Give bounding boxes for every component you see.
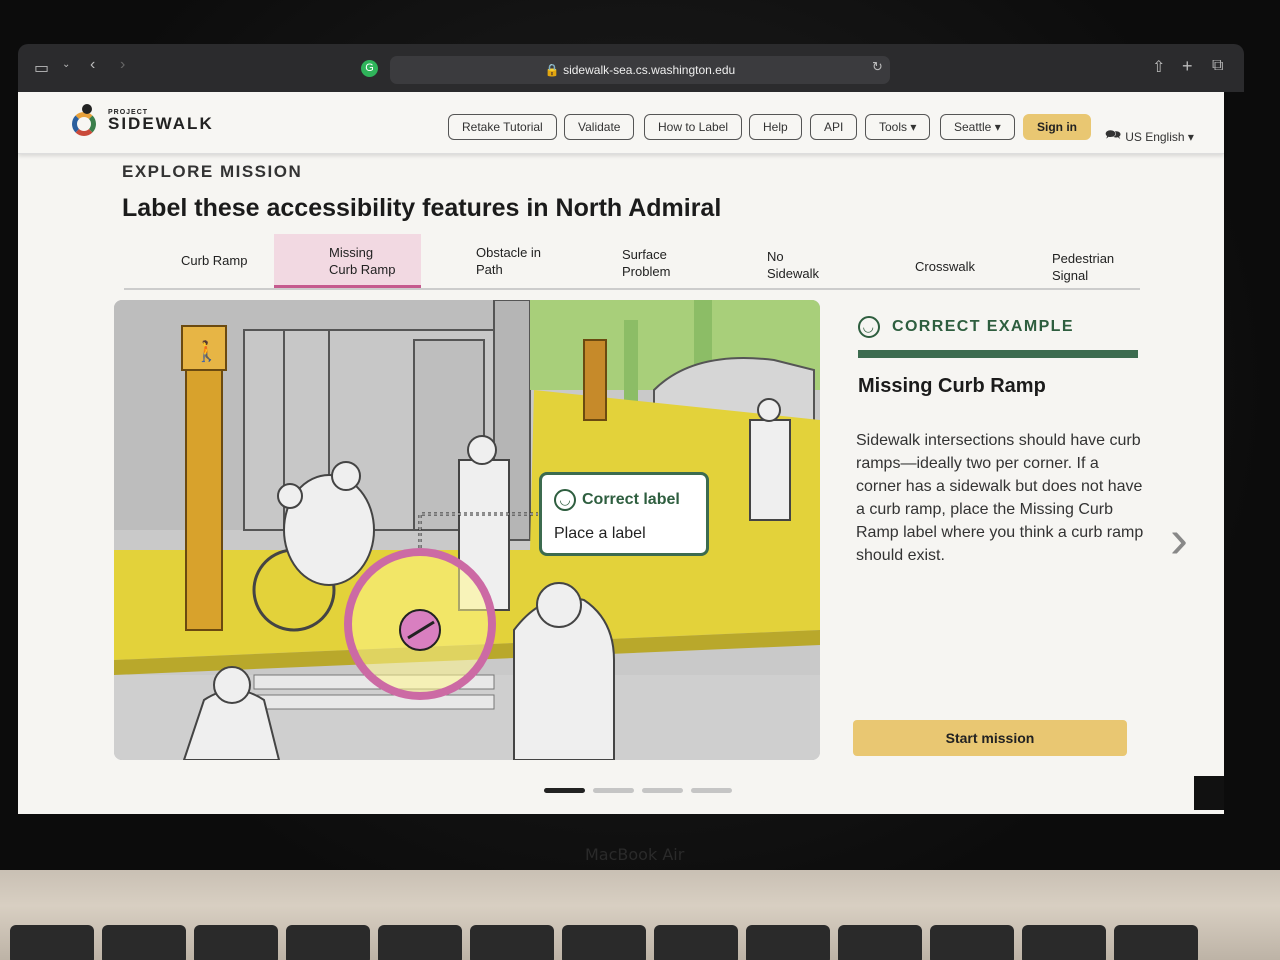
feature-description: Sidewalk intersections should have curb … [856, 432, 1144, 564]
corner-chat-widget[interactable] [1194, 776, 1224, 810]
key-f7 [654, 925, 738, 960]
key-f9 [838, 925, 922, 960]
key-escape [10, 925, 94, 960]
callout-title-text: Correct label [582, 491, 680, 508]
correct-label-callout: ◡ Correct label Place a label [539, 472, 709, 556]
key-f3 [286, 925, 370, 960]
start-mission-button[interactable]: Start mission [853, 720, 1127, 756]
slide-dot-2[interactable] [593, 788, 634, 793]
function-key-row [0, 925, 1280, 960]
key-f10 [930, 925, 1014, 960]
browser-toolbar: ▭ ⌄ ‹ › G 🔒 sidewalk-sea.cs.washington.e… [18, 44, 1244, 92]
api-button[interactable]: API [810, 114, 858, 140]
page: PROJECT SIDEWALK Retake Tutorial Validat… [18, 92, 1224, 814]
new-tab-icon[interactable]: + [1182, 56, 1193, 77]
city-dropdown[interactable]: Seattle ▾ [940, 114, 1015, 140]
back-icon[interactable]: ‹ [90, 56, 95, 74]
key-f12 [1114, 925, 1198, 960]
url-text: sidewalk-sea.cs.washington.edu [563, 63, 736, 77]
key-f8 [746, 925, 830, 960]
tab-overview-icon[interactable]: ⧉ [1212, 57, 1223, 75]
correct-example-heading: ◡ CORRECT EXAMPLE [858, 316, 1074, 338]
callout-subtitle: Place a label [554, 525, 646, 542]
share-icon[interactable]: ⇧ [1152, 57, 1165, 77]
svg-text:🚶: 🚶 [194, 339, 219, 363]
translate-icon: 🗪 [1105, 127, 1122, 142]
correct-example-bar [858, 350, 1138, 358]
tab-label-line1: Pedestrian [1052, 251, 1115, 266]
sign-in-button[interactable]: Sign in [1023, 114, 1091, 140]
validate-button[interactable]: Validate [564, 114, 635, 140]
tab-label-line2: Path [476, 262, 503, 277]
key-f1 [102, 925, 186, 960]
tab-label-line1: Obstacle in [476, 245, 542, 260]
how-to-label-button[interactable]: How to Label [644, 114, 743, 140]
feature-name: Missing Curb Ramp [858, 375, 1046, 397]
device-label: MacBook Air [585, 845, 685, 864]
tab-label-line1: No [767, 249, 784, 264]
language-selector[interactable]: 🗪 US English ▾ [1105, 126, 1194, 148]
key-f6 [562, 925, 646, 960]
language-label: US English ▾ [1125, 130, 1194, 144]
slide-dot-4[interactable] [691, 788, 732, 793]
callout-title: ◡ Correct label [554, 489, 680, 511]
next-slide-arrow-icon[interactable]: › [1170, 508, 1188, 570]
logo-big-text: SIDEWALK [108, 114, 214, 133]
tab-crosswalk[interactable]: Crosswalk [915, 234, 1035, 288]
smiley-icon: ◡ [858, 316, 880, 338]
correct-example-text: CORRECT EXAMPLE [892, 318, 1074, 335]
label-type-tabs: Curb Ramp Missing Curb Ramp Obstacle in … [124, 232, 1140, 290]
key-f4 [378, 925, 462, 960]
slide-dot-1[interactable] [544, 788, 585, 793]
tab-label-line2: Problem [622, 264, 671, 279]
forward-icon[interactable]: › [120, 56, 125, 74]
mission-title: Label these accessibility features in No… [122, 194, 722, 222]
slide-dot-3[interactable] [642, 788, 683, 793]
address-bar[interactable]: 🔒 sidewalk-sea.cs.washington.edu [390, 56, 890, 84]
sidebar-toggle-icon[interactable]: ▭ [34, 58, 49, 78]
top-navbar: PROJECT SIDEWALK Retake Tutorial Validat… [18, 92, 1224, 154]
example-illustration: 🚶 ◡ Correct label Place a label [114, 300, 820, 760]
mission-type-label: EXPLORE MISSION [122, 162, 303, 181]
project-sidewalk-logo[interactable]: PROJECT SIDEWALK [72, 104, 214, 136]
key-f11 [1022, 925, 1106, 960]
street-scene-illustration: 🚶 [114, 300, 820, 760]
chevron-down-icon[interactable]: ⌄ [62, 59, 70, 70]
tools-dropdown[interactable]: Tools ▾ [865, 114, 931, 140]
tab-label-line2: Sidewalk [767, 266, 820, 281]
lock-icon: 🔒 [544, 63, 560, 77]
retake-tutorial-button[interactable]: Retake Tutorial [448, 114, 557, 140]
tab-curb-ramp[interactable]: Curb Ramp [146, 234, 266, 288]
reload-icon[interactable]: ↻ [872, 59, 883, 75]
logo-icon [72, 104, 102, 136]
help-button[interactable]: Help [749, 114, 802, 140]
tab-label-line1: Surface [622, 247, 667, 262]
tab-label-line2: Curb Ramp [329, 262, 396, 277]
tab-surface-problem[interactable]: Surface Problem [622, 234, 742, 288]
key-f5 [470, 925, 554, 960]
tab-label-line1: Missing [329, 245, 374, 260]
tab-obstacle-in-path[interactable]: Obstacle in Path [476, 234, 596, 288]
tab-missing-curb-ramp[interactable]: Missing Curb Ramp [274, 234, 421, 288]
key-f2 [194, 925, 278, 960]
smiley-icon: ◡ [554, 489, 576, 511]
tab-label: Crosswalk [915, 259, 975, 274]
tab-no-sidewalk[interactable]: No Sidewalk [767, 234, 887, 288]
slide-indicator [544, 788, 732, 793]
tab-label-line2: Signal [1052, 268, 1089, 283]
tab-pedestrian-signal[interactable]: Pedestrian Signal [1052, 234, 1152, 288]
extension-icon[interactable]: G [361, 60, 378, 77]
tab-label: Curb Ramp [181, 253, 248, 268]
